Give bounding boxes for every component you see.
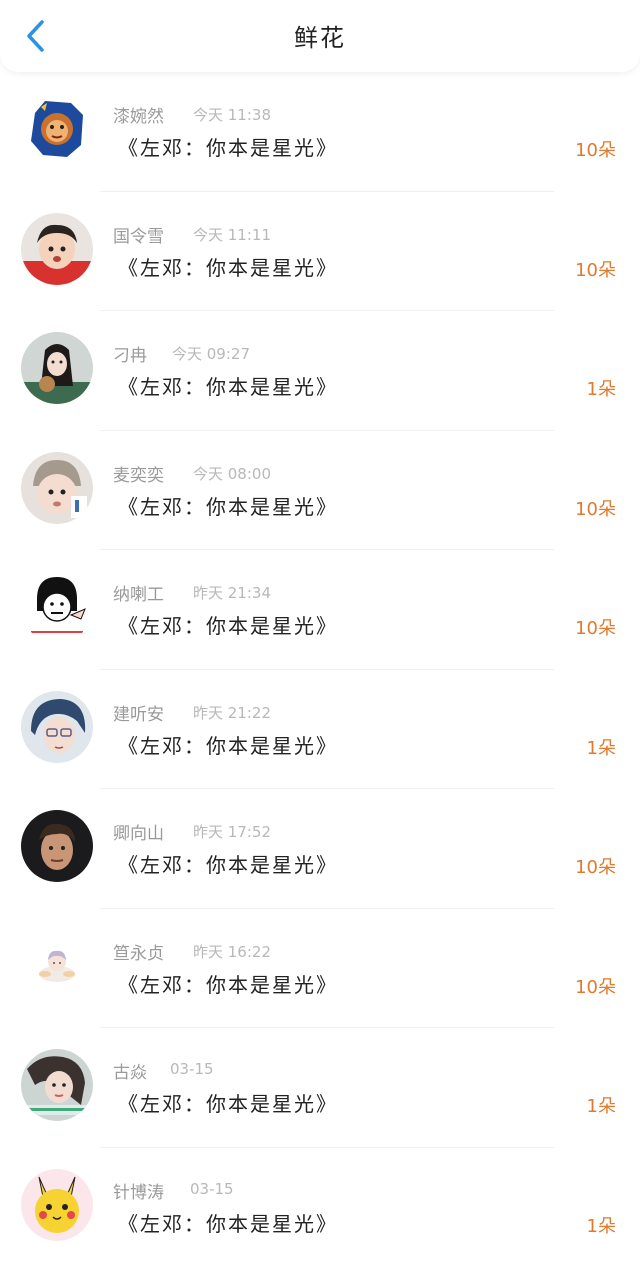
list-item[interactable]: 卿向山 昨天 17:52 《左邓：你本是星光》 10朵: [0, 789, 640, 909]
timestamp: 昨天 21:34: [193, 584, 271, 602]
list-item[interactable]: 纳喇工 昨天 21:34 《左邓：你本是星光》 10朵: [0, 550, 640, 670]
book-title: 《左邓：你本是星光》: [118, 972, 338, 997]
user-name: 针博涛: [113, 1182, 164, 1203]
nav-bar: 鲜花: [0, 0, 640, 72]
book-title: 《左邓：你本是星光》: [118, 614, 338, 638]
flower-list: 漆婉然 今天 11:38 《左邓：你本是星光》 10朵 国令雪 今天 11:11…: [0, 72, 640, 1262]
flower-count: 1朵: [586, 1215, 616, 1237]
flower-count: 1朵: [586, 737, 616, 759]
flower-count: 10朵: [575, 498, 616, 520]
anime-boy-avatar[interactable]: [21, 690, 93, 763]
user-name: 刁冉: [113, 346, 147, 366]
book-title: 《左邓：你本是星光》: [118, 136, 338, 160]
user-name: 纳喇工: [113, 585, 164, 605]
timestamp: 03-15: [190, 1179, 234, 1198]
flower-count: 1朵: [586, 1096, 616, 1117]
app: 鲜花 漆婉然 今天 11:38 《左邓：你本是星光》 10朵 国令雪 今天 11…: [0, 0, 640, 1262]
flower-count: 10朵: [575, 259, 616, 281]
timestamp: 今天 11:11: [193, 225, 271, 244]
user-name: 建听安: [113, 704, 164, 725]
list-item[interactable]: 国令雪 今天 11:11 《左邓：你本是星光》 10朵: [0, 192, 640, 311]
flower-count: 1朵: [586, 379, 616, 400]
timestamp: 昨天 17:52: [193, 823, 271, 841]
book-title: 《左邓：你本是星光》: [118, 1211, 338, 1236]
list-item[interactable]: 古焱 03-15 《左邓：你本是星光》 1朵: [0, 1028, 640, 1148]
user-name: 古焱: [113, 1063, 147, 1083]
list-item[interactable]: 麦奕奕 今天 08:00 《左邓：你本是星光》 10朵: [0, 431, 640, 550]
timestamp: 昨天 16:22: [193, 942, 271, 961]
cartoon-bear-avatar[interactable]: [21, 93, 93, 165]
book-title: 《左邓：你本是星光》: [118, 853, 338, 877]
book-title: 《左邓：你本是星光》: [118, 494, 338, 519]
user-name: 卿向山: [113, 824, 164, 844]
book-title: 《左邓：你本是星光》: [118, 733, 338, 758]
book-title: 《左邓：你本是星光》: [118, 1092, 338, 1116]
chibi-avatar[interactable]: [21, 929, 93, 1002]
user-name: 国令雪: [113, 226, 164, 247]
list-item[interactable]: 漆婉然 今天 11:38 《左邓：你本是星光》 10朵: [0, 72, 640, 192]
user-name: 笪永贞: [113, 943, 164, 964]
flower-count: 10朵: [575, 618, 616, 639]
list-item[interactable]: 笪永贞 昨天 16:22 《左邓：你本是星光》 10朵: [0, 909, 640, 1028]
timestamp: 今天 08:00: [193, 464, 271, 483]
flower-count: 10朵: [575, 857, 616, 878]
book-title: 《左邓：你本是星光》: [118, 375, 338, 399]
list-item[interactable]: 刁冉 今天 09:27 《左邓：你本是星光》 1朵: [0, 311, 640, 431]
baby-avatar[interactable]: [21, 451, 93, 524]
timestamp: 今天 09:27: [172, 345, 250, 363]
user-name: 漆婉然: [113, 107, 164, 127]
man-avatar[interactable]: [21, 810, 93, 882]
page-title: 鲜花: [294, 24, 346, 52]
pikachu-avatar[interactable]: [21, 1168, 93, 1241]
girl-avatar[interactable]: [21, 332, 93, 404]
meme-avatar[interactable]: [21, 571, 93, 643]
timestamp: 03-15: [170, 1060, 214, 1078]
timestamp: 昨天 21:22: [193, 703, 271, 722]
list-item[interactable]: 针博涛 03-15 《左邓：你本是星光》 1朵: [0, 1148, 640, 1262]
flower-count: 10朵: [575, 976, 616, 998]
child-avatar[interactable]: [21, 212, 93, 285]
woman-avatar[interactable]: [21, 1049, 93, 1121]
user-name: 麦奕奕: [113, 465, 164, 486]
book-title: 《左邓：你本是星光》: [118, 255, 338, 280]
list-item[interactable]: 建听安 昨天 21:22 《左邓：你本是星光》 1朵: [0, 670, 640, 789]
timestamp: 今天 11:38: [193, 106, 271, 124]
flower-count: 10朵: [575, 140, 616, 161]
